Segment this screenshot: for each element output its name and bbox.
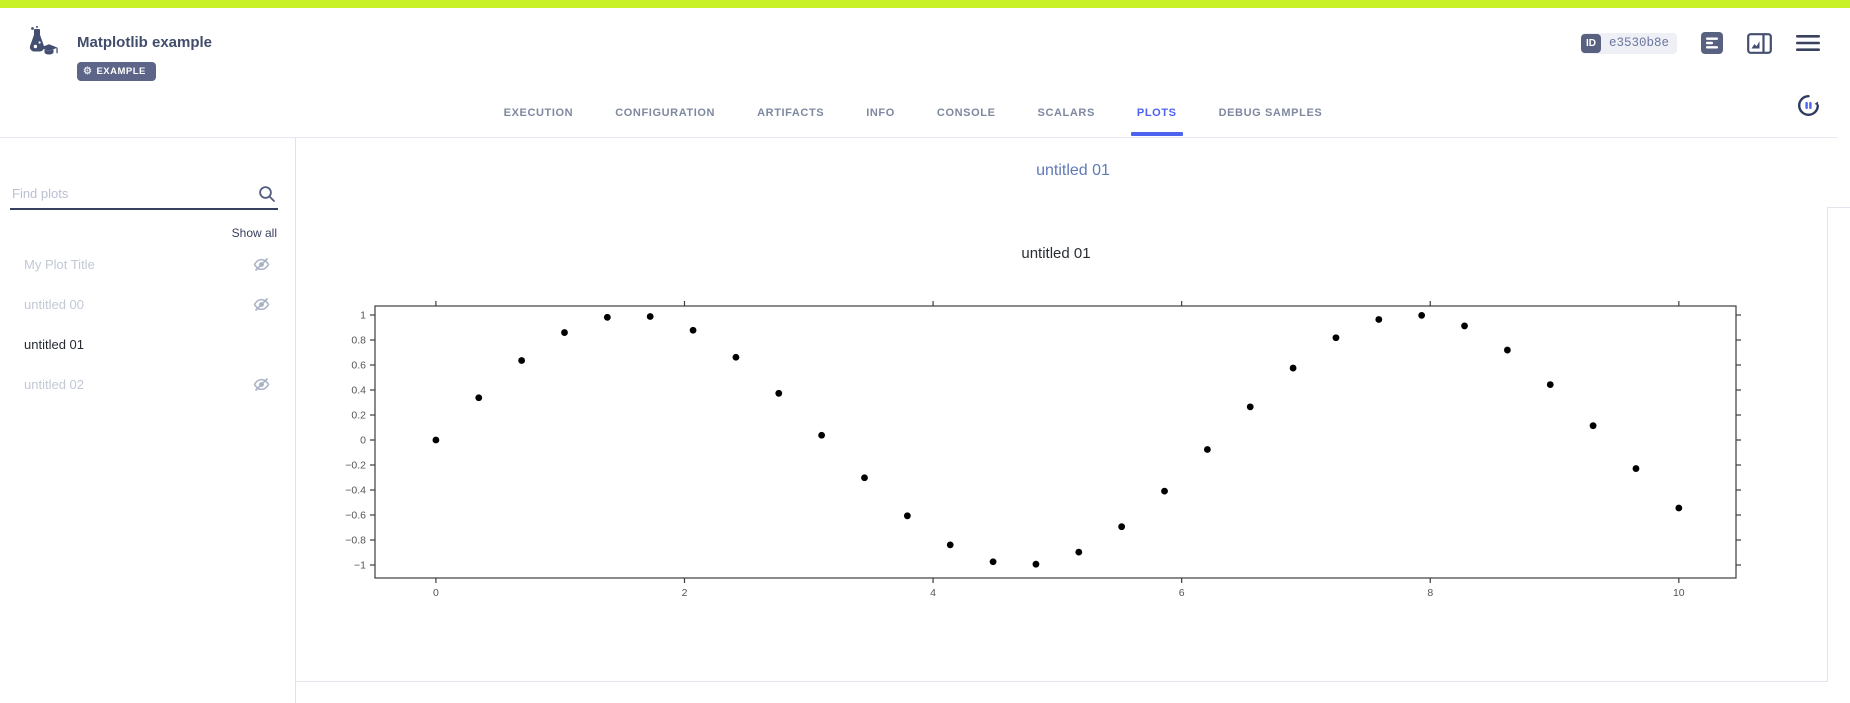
plot-list-item[interactable]: untitled 00 [0, 284, 296, 324]
plot-list-item[interactable]: untitled 02 [0, 364, 296, 404]
plot-list: My Plot Title untitled 00 untitled 01 untit… [0, 244, 296, 404]
tab-artifacts[interactable]: ARTIFACTS [757, 88, 824, 138]
svg-text:2: 2 [682, 587, 688, 599]
plots-sidebar: Show all My Plot Title untitled 00 untitle… [0, 138, 296, 703]
eye-off-icon[interactable] [253, 297, 270, 312]
plot-card: untitled 01 0 2 4 6 8 10 −1 −0.8 −0.6 −0.4 −0.2 0 0.… [296, 207, 1828, 682]
tab-debug-samples[interactable]: DEBUG SAMPLES [1219, 88, 1323, 138]
menu-icon [1796, 34, 1820, 52]
scatter-chart[interactable]: 0 2 4 6 8 10 −1 −0.8 −0.6 −0.4 −0.2 0 0.2 0.4 0.6 0.8 1 [336, 297, 1776, 607]
eye-off-icon[interactable] [253, 377, 270, 392]
tab-bar: EXECUTION CONFIGURATION ARTIFACTS INFO CONSO… [0, 88, 1838, 138]
plot-item-label: untitled 01 [24, 337, 270, 352]
svg-text:−0.6: −0.6 [345, 510, 366, 522]
details-icon [1701, 32, 1723, 54]
svg-text:0.6: 0.6 [351, 360, 366, 372]
svg-text:−0.4: −0.4 [345, 485, 366, 497]
svg-text:0.4: 0.4 [351, 385, 366, 397]
svg-text:0.2: 0.2 [351, 410, 366, 422]
plot-list-item[interactable]: untitled 01 [0, 324, 296, 364]
header-actions: ID e3530b8e [1581, 32, 1820, 54]
experiment-title: Matplotlib example [77, 34, 212, 51]
svg-text:6: 6 [1179, 587, 1185, 599]
details-view-button[interactable] [1701, 32, 1723, 54]
info-panel-icon [1747, 33, 1772, 54]
svg-text:0: 0 [360, 435, 366, 447]
svg-text:4: 4 [930, 587, 936, 599]
menu-button[interactable] [1796, 34, 1820, 52]
svg-text:−0.8: −0.8 [345, 535, 366, 547]
search-field-wrap [10, 182, 278, 210]
experiment-flask-logo-icon [22, 26, 60, 65]
eye-off-icon[interactable] [253, 257, 270, 272]
plot-item-label: My Plot Title [24, 257, 253, 272]
tab-configuration[interactable]: CONFIGURATION [615, 88, 715, 138]
experiment-id-pill: ID e3530b8e [1581, 33, 1677, 54]
header: Matplotlib example ⚙ EXAMPLE ID e3530b8e [0, 8, 1850, 138]
svg-text:10: 10 [1673, 587, 1685, 599]
gear-icon: ⚙ [83, 67, 92, 77]
svg-text:−0.2: −0.2 [345, 460, 366, 472]
plot-item-label: untitled 02 [24, 377, 253, 392]
search-icon [258, 185, 276, 208]
plot-title: untitled 01 [296, 245, 1816, 262]
experiment-id-value: e3530b8e [1601, 36, 1677, 50]
svg-text:0.8: 0.8 [351, 335, 366, 347]
info-panel-toggle-button[interactable] [1747, 33, 1772, 54]
auto-refresh-pause-icon [1797, 94, 1820, 117]
tab-console[interactable]: CONSOLE [937, 88, 996, 138]
tab-scalars[interactable]: SCALARS [1038, 88, 1095, 138]
example-badge: ⚙ EXAMPLE [77, 62, 156, 81]
clearml-experiment-page: PUBLISHED Ma [0, 0, 1850, 703]
plot-item-label: untitled 00 [24, 297, 253, 312]
main-content: untitled 01 untitled 01 0246810−1−0.8−0.… [296, 138, 1850, 703]
show-all-link[interactable]: Show all [232, 226, 277, 240]
svg-text:−1: −1 [354, 560, 366, 572]
tab-plots[interactable]: PLOTS [1137, 88, 1177, 138]
svg-text:0: 0 [433, 587, 439, 599]
tab-execution[interactable]: EXECUTION [504, 88, 574, 138]
auto-refresh-toggle-button[interactable] [1797, 94, 1820, 117]
plot-group-title: untitled 01 [296, 162, 1850, 180]
plot-list-item[interactable]: My Plot Title [0, 244, 296, 284]
id-tag: ID [1581, 34, 1601, 53]
svg-text:8: 8 [1427, 587, 1433, 599]
example-badge-label: EXAMPLE [96, 66, 145, 77]
svg-text:1: 1 [360, 310, 366, 322]
tab-info[interactable]: INFO [866, 88, 895, 138]
find-plots-search-input[interactable] [10, 182, 278, 210]
